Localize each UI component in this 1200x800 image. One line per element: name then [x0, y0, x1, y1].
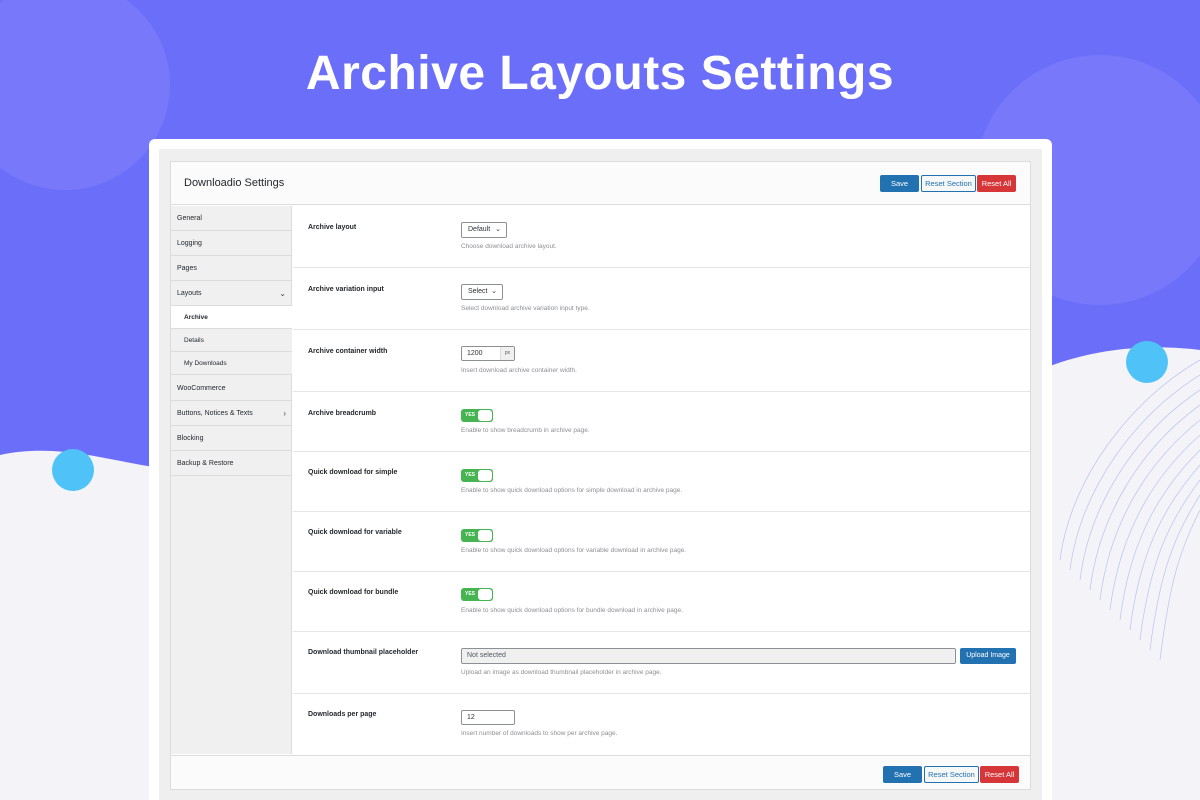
field-description: Insert download archive container width.: [461, 367, 577, 374]
sidebar-item-label: WooCommerce: [177, 385, 226, 392]
field-label: Archive container width: [308, 348, 388, 355]
container-width-input[interactable]: 1200 px: [461, 346, 515, 361]
save-button[interactable]: Save: [880, 175, 919, 192]
chevron-right-icon: ›: [283, 409, 286, 418]
reset-all-button-footer[interactable]: Reset All: [980, 766, 1019, 783]
thumbnail-path-field[interactable]: Not selected: [461, 648, 956, 664]
field-label: Download thumbnail placeholder: [308, 649, 419, 656]
toggle-knob: [478, 470, 492, 481]
select-value: Default: [468, 226, 491, 233]
settings-sidebar: General Logging Pages Layouts ⌄ Archive …: [171, 206, 292, 754]
sidebar-item-label: Layouts: [177, 290, 202, 297]
toggle-state: YES: [465, 532, 476, 538]
sidebar-item-backup-restore[interactable]: Backup & Restore: [171, 451, 292, 476]
input-value: 1200: [467, 350, 483, 357]
sidebar-item-logging[interactable]: Logging: [171, 231, 292, 256]
field-label: Quick download for bundle: [308, 589, 399, 596]
setting-row-container-width: Archive container width 1200 px Insert d…: [293, 330, 1030, 392]
setting-row-breadcrumb: Archive breadcrumb YES Enable to show br…: [293, 392, 1030, 452]
chevron-down-icon: ⌄: [279, 289, 286, 298]
setting-row-quick-variable: Quick download for variable YES Enable t…: [293, 512, 1030, 572]
reset-all-button[interactable]: Reset All: [977, 175, 1016, 192]
breadcrumb-toggle[interactable]: YES: [461, 409, 493, 422]
sidebar-item-blocking[interactable]: Blocking: [171, 426, 292, 451]
sidebar-subitem-my-downloads[interactable]: My Downloads: [171, 352, 292, 375]
field-description: Select download archive variation input …: [461, 305, 590, 312]
toggle-state: YES: [465, 472, 476, 478]
toggle-knob: [478, 410, 492, 421]
sidebar-item-label: Backup & Restore: [177, 460, 234, 467]
select-value: Select: [468, 288, 488, 295]
unit-label: px: [500, 347, 514, 360]
chevron-down-icon: ⌄: [491, 288, 497, 295]
archive-layout-select[interactable]: Default ⌄: [461, 222, 507, 238]
field-description: Enable to show quick download options fo…: [461, 487, 683, 494]
setting-row-thumbnail: Download thumbnail placeholder Not selec…: [293, 632, 1030, 694]
reset-section-button[interactable]: Reset Section: [921, 175, 976, 192]
variation-input-select[interactable]: Select ⌄: [461, 284, 503, 300]
field-description: Enable to show breadcrumb in archive pag…: [461, 427, 590, 434]
per-page-input[interactable]: 12: [461, 710, 515, 725]
field-label: Quick download for simple: [308, 469, 398, 476]
settings-card: Downloadio Settings Save Reset Section R…: [149, 139, 1052, 800]
quick-simple-toggle[interactable]: YES: [461, 469, 493, 482]
setting-row-variation-input: Archive variation input Select ⌄ Select …: [293, 268, 1030, 330]
field-description: Enable to show quick download options fo…: [461, 547, 687, 554]
quick-variable-toggle[interactable]: YES: [461, 529, 493, 542]
toggle-knob: [478, 530, 492, 541]
sidebar-subitem-details[interactable]: Details: [171, 329, 292, 352]
save-button-footer[interactable]: Save: [883, 766, 922, 783]
input-value: 12: [467, 714, 475, 721]
chevron-down-icon: ⌄: [495, 226, 501, 233]
field-label: Downloads per page: [308, 711, 377, 718]
sidebar-item-label: Logging: [177, 240, 202, 247]
toggle-knob: [478, 589, 492, 600]
settings-frame: Downloadio Settings Save Reset Section R…: [159, 149, 1042, 800]
hero-title: Archive Layouts Settings: [305, 47, 895, 100]
setting-row-quick-bundle: Quick download for bundle YES Enable to …: [293, 572, 1030, 632]
setting-row-archive-layout: Archive layout Default ⌄ Choose download…: [293, 206, 1030, 268]
decor-circle: [1126, 341, 1168, 383]
field-label: Archive layout: [308, 224, 357, 231]
field-label: Archive breadcrumb: [308, 410, 377, 417]
sidebar-subitem-label: Details: [184, 337, 204, 344]
sidebar-subitem-archive[interactable]: Archive: [171, 306, 292, 329]
upload-image-button[interactable]: Upload Image: [960, 648, 1016, 664]
settings-footer: Save Reset Section Reset All: [171, 755, 1030, 789]
sidebar-item-general[interactable]: General: [171, 206, 292, 231]
settings-content: Archive layout Default ⌄ Choose download…: [293, 206, 1030, 754]
reset-section-button-footer[interactable]: Reset Section: [924, 766, 979, 783]
field-description: Enable to show quick download options fo…: [461, 607, 683, 614]
sidebar-item-buttons-notices-texts[interactable]: Buttons, Notices & Texts ›: [171, 401, 292, 426]
settings-title: Downloadio Settings: [184, 177, 285, 189]
sidebar-subitem-label: Archive: [184, 314, 208, 321]
sidebar-item-label: General: [177, 215, 202, 222]
toggle-state: YES: [465, 412, 476, 418]
settings-panel: Downloadio Settings Save Reset Section R…: [170, 161, 1031, 790]
field-description: Insert number of downloads to show per a…: [461, 730, 618, 737]
sidebar-subitem-label: My Downloads: [184, 360, 227, 367]
toggle-state: YES: [465, 591, 476, 597]
sidebar-item-label: Pages: [177, 265, 197, 272]
field-label: Quick download for variable: [308, 529, 402, 536]
quick-bundle-toggle[interactable]: YES: [461, 588, 493, 601]
settings-header: Downloadio Settings Save Reset Section R…: [171, 162, 1030, 205]
sidebar-item-label: Buttons, Notices & Texts: [177, 410, 253, 417]
decor-circle: [52, 449, 94, 491]
field-description: Upload an image as download thumbnail pl…: [461, 669, 662, 676]
setting-row-quick-simple: Quick download for simple YES Enable to …: [293, 452, 1030, 512]
field-value: Not selected: [467, 652, 506, 659]
sidebar-item-pages[interactable]: Pages: [171, 256, 292, 281]
field-label: Archive variation input: [308, 286, 384, 293]
field-description: Choose download archive layout.: [461, 243, 557, 250]
sidebar-item-label: Blocking: [177, 435, 204, 442]
sidebar-item-layouts[interactable]: Layouts ⌄: [171, 281, 292, 306]
setting-row-per-page: Downloads per page 12 Insert number of d…: [293, 694, 1030, 754]
sidebar-item-woocommerce[interactable]: WooCommerce: [171, 376, 292, 401]
